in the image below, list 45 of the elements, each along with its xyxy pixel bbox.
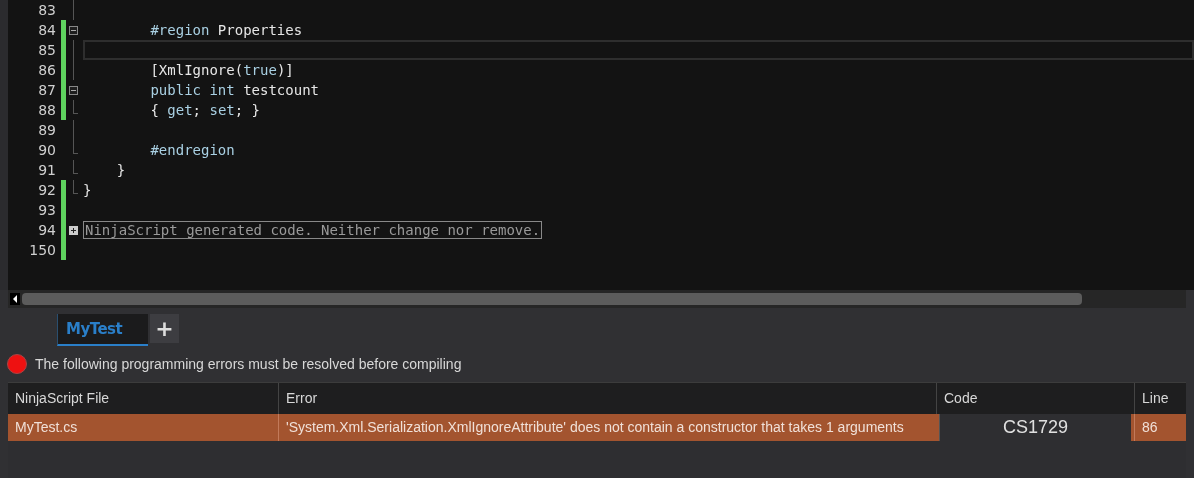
scrollbar-thumb[interactable] <box>22 293 1082 305</box>
code-text: ; <box>192 100 203 120</box>
code-text: #region <box>149 20 210 40</box>
column-header[interactable]: NinjaScript File <box>8 383 278 414</box>
error-message: The following programming errors must be resolved before compiling <box>35 354 462 374</box>
error-code-cell: CS1729 <box>939 414 1131 441</box>
code-text: #endregion <box>149 140 235 160</box>
code-text: [XmlIgnore( <box>149 60 244 80</box>
add-tab-button[interactable]: + <box>150 314 179 343</box>
line-number: 86 <box>37 60 57 80</box>
line-number: 94 <box>37 220 57 240</box>
code-text: )] <box>276 60 294 80</box>
collapse-icon[interactable] <box>69 25 78 35</box>
horizontal-scrollbar[interactable] <box>8 290 1186 308</box>
tab[interactable]: MyTest <box>57 314 148 346</box>
line-number: 150 <box>28 240 57 260</box>
expand-icon[interactable] <box>69 225 78 235</box>
scroll-left-icon[interactable] <box>10 293 20 305</box>
line-number: 93 <box>37 200 57 220</box>
table-cell: 86 <box>1134 414 1186 441</box>
code-text: ; } <box>234 100 261 120</box>
code-text: } <box>115 160 126 180</box>
code-text: } <box>83 180 92 200</box>
code-text: true <box>243 60 277 80</box>
table-cell: 'System.Xml.Serialization.XmlIgnoreAttribute' does not contain a constructor that takes 1 arguments <box>278 414 936 441</box>
error-status-icon <box>7 354 27 374</box>
code-text: Properties <box>216 20 303 40</box>
line-number: 91 <box>37 160 57 180</box>
line-number: 84 <box>37 20 57 40</box>
table-cell-text: MyTest.cs <box>14 418 79 437</box>
code-text: { <box>149 100 160 120</box>
code-text: public int <box>149 80 235 100</box>
line-number: 85 <box>37 40 57 60</box>
line-number: 87 <box>37 80 57 100</box>
line-number: 89 <box>37 120 57 140</box>
collapsed-code[interactable]: NinjaScript generated code. Neither change nor remove. <box>83 221 543 239</box>
error-row[interactable]: MyTest.cs 'System.Xml.Serialization.XmlIgnoreAttribute' does not contain a constructor that takes 1 arguments CS1729 86 <box>8 414 1186 441</box>
code-text: set <box>209 100 235 120</box>
code-text: testcount <box>242 80 319 100</box>
line-number: 92 <box>37 180 57 200</box>
line-number: 83 <box>37 0 57 20</box>
collapse-icon[interactable] <box>69 85 78 95</box>
line-number: 90 <box>37 140 57 160</box>
line-number: 88 <box>37 100 57 120</box>
code-text: get <box>167 100 193 120</box>
